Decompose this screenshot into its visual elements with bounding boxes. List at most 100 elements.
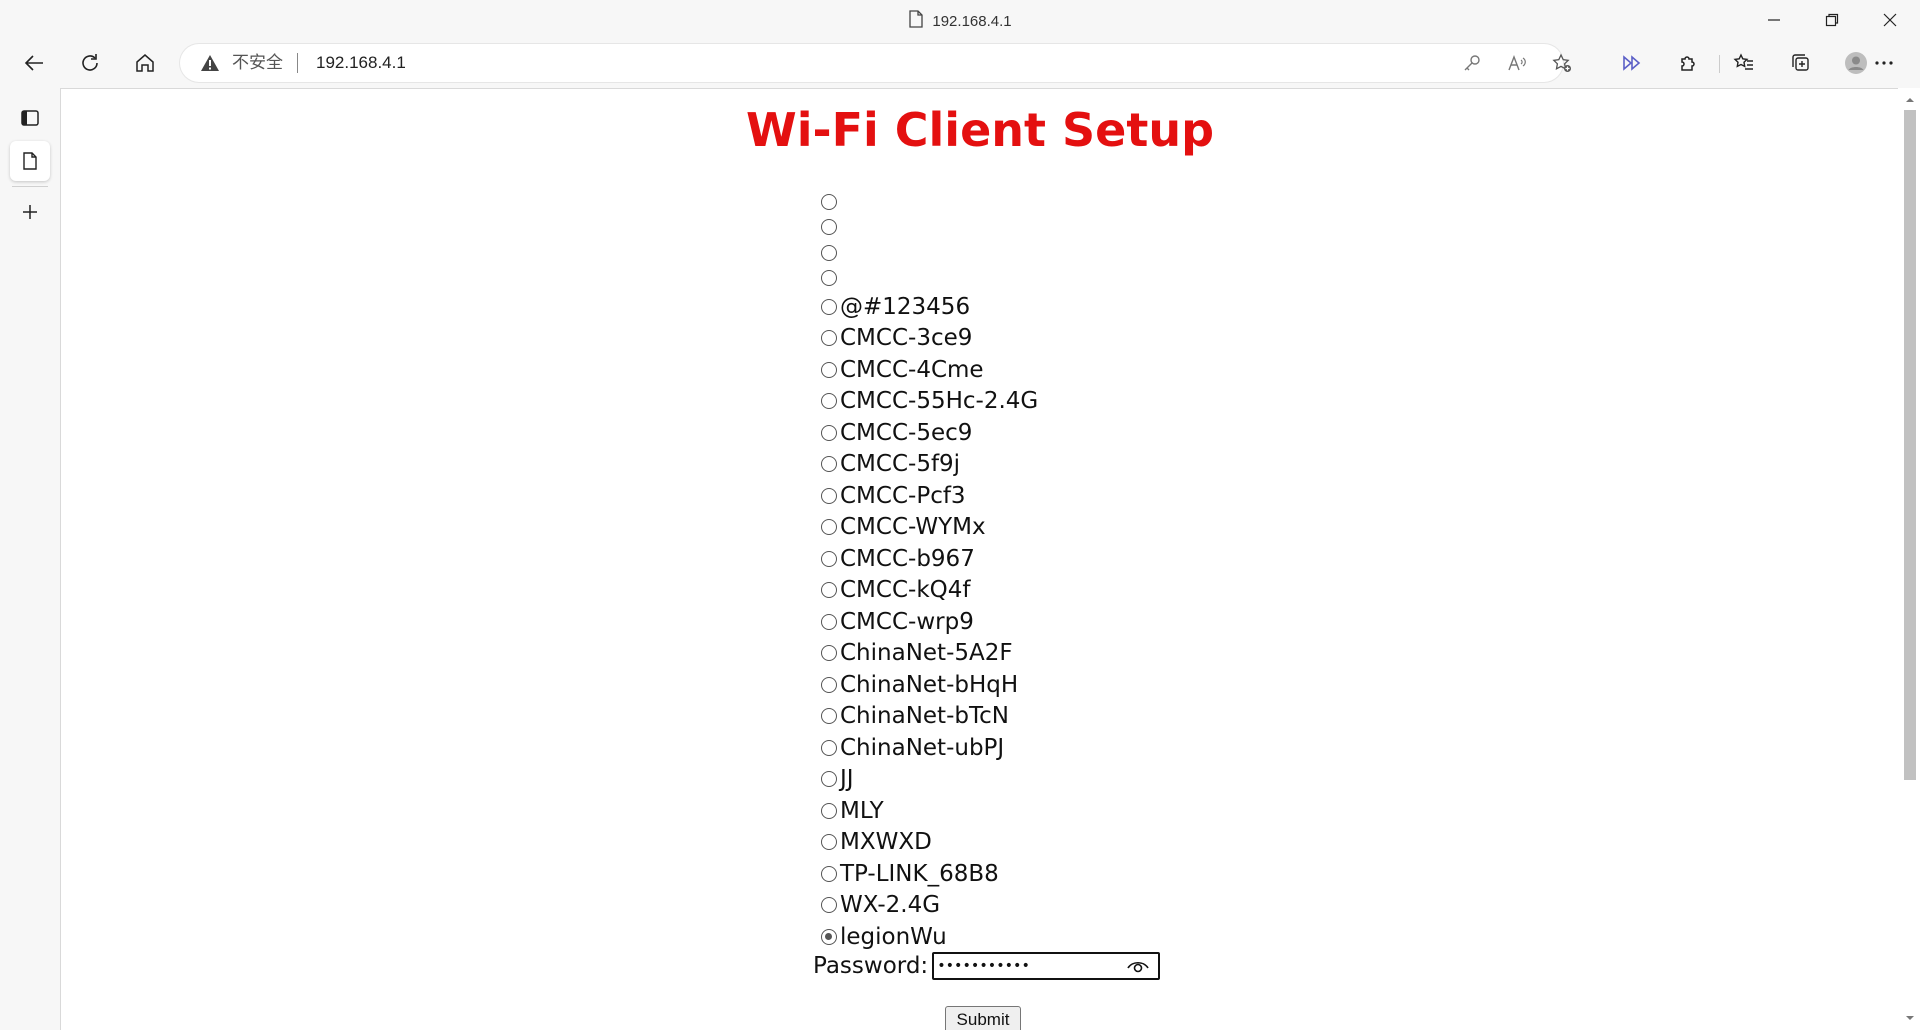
star-add-icon: [1552, 53, 1571, 72]
network-ssid: CMCC-WYMx: [840, 514, 986, 541]
close-window-button[interactable]: [1862, 0, 1918, 40]
page-scrollbar[interactable]: [1898, 88, 1920, 1030]
network-radio[interactable]: [821, 361, 837, 378]
network-option[interactable]: CMCC-5f9j: [819, 449, 1038, 481]
network-option[interactable]: CMCC-5ec9: [819, 417, 1038, 449]
password-input[interactable]: •••••••••••: [932, 952, 1161, 980]
network-ssid: MLY: [840, 797, 884, 824]
network-option[interactable]: legionWu: [819, 921, 1038, 953]
network-option[interactable]: CMCC-wrp9: [819, 606, 1038, 638]
network-ssid: ChinaNet-ubPJ: [840, 734, 1005, 761]
arrow-left-icon: [24, 55, 43, 71]
network-ssid: CMCC-kQ4f: [840, 577, 971, 604]
network-radio[interactable]: [821, 771, 837, 788]
network-radio[interactable]: [821, 456, 837, 473]
url-text[interactable]: 192.168.4.1: [316, 44, 406, 82]
home-button[interactable]: [127, 45, 163, 81]
network-radio[interactable]: [821, 834, 837, 851]
submit-button[interactable]: Submit: [945, 1006, 1021, 1030]
network-ssid: MXWXD: [840, 829, 932, 856]
browser-essentials-button[interactable]: [1614, 45, 1650, 81]
network-option[interactable]: MXWXD: [819, 827, 1038, 859]
network-ssid: ChinaNet-bHqH: [840, 671, 1019, 698]
restore-icon: [1825, 13, 1839, 27]
read-aloud-button[interactable]: [1505, 51, 1529, 75]
network-radio[interactable]: [821, 613, 837, 630]
network-ssid: CMCC-Pcf3: [840, 482, 966, 509]
network-option[interactable]: JJ: [819, 764, 1038, 796]
network-radio[interactable]: [821, 219, 837, 236]
network-radio[interactable]: [821, 393, 837, 410]
security-label[interactable]: 不安全: [232, 44, 283, 82]
network-option[interactable]: CMCC-4Cme: [819, 354, 1038, 386]
network-radio[interactable]: [821, 645, 837, 662]
network-option[interactable]: MLY: [819, 795, 1038, 827]
eye-icon[interactable]: [1126, 957, 1150, 975]
plus-icon: [23, 205, 37, 219]
network-radio[interactable]: [821, 193, 837, 210]
network-radio[interactable]: [821, 550, 837, 567]
window-title-text: 192.168.4.1: [932, 12, 1012, 30]
vertical-tabs-sidebar: [0, 84, 60, 1030]
settings-more-button[interactable]: [1866, 45, 1902, 81]
network-ssid: CMCC-b967: [840, 545, 975, 572]
network-option[interactable]: CMCC-b967: [819, 543, 1038, 575]
network-option[interactable]: WX-2.4G: [819, 890, 1038, 922]
network-radio[interactable]: [821, 802, 837, 819]
network-radio[interactable]: [821, 739, 837, 756]
refresh-button[interactable]: [72, 45, 108, 81]
back-button[interactable]: [16, 45, 52, 81]
tab-current-page[interactable]: [10, 141, 50, 181]
network-radio[interactable]: [821, 582, 837, 599]
network-ssid: CMCC-5f9j: [840, 451, 961, 478]
favorites-button[interactable]: [1726, 45, 1762, 81]
network-radio[interactable]: [821, 298, 837, 315]
network-option[interactable]: TP-LINK_68B8: [819, 858, 1038, 890]
network-option[interactable]: [819, 215, 1038, 241]
network-radio[interactable]: [821, 865, 837, 882]
new-tab-button[interactable]: [10, 192, 50, 232]
page-content: Wi-Fi Client Setup @#123456 CMCC-3ce9 CMCC…: [60, 88, 1898, 1030]
network-option[interactable]: CMCC-3ce9: [819, 323, 1038, 355]
network-option[interactable]: @#123456: [819, 291, 1038, 323]
network-option[interactable]: CMCC-kQ4f: [819, 575, 1038, 607]
network-radio[interactable]: [821, 519, 837, 536]
network-radio[interactable]: [821, 928, 837, 945]
scroll-up-icon[interactable]: [1904, 94, 1916, 106]
password-key-button[interactable]: [1460, 51, 1484, 75]
scrollbar-thumb[interactable]: [1904, 110, 1916, 780]
add-favorite-button[interactable]: [1550, 51, 1574, 75]
network-option[interactable]: CMCC-Pcf3: [819, 480, 1038, 512]
address-bar[interactable]: 不安全 192.168.4.1: [180, 44, 1571, 82]
network-option[interactable]: CMCC-55Hc-2.4G: [819, 386, 1038, 418]
network-option[interactable]: ChinaNet-5A2F: [819, 638, 1038, 670]
collections-button[interactable]: [1782, 45, 1818, 81]
restore-button[interactable]: [1804, 0, 1860, 40]
network-option[interactable]: [819, 266, 1038, 292]
network-ssid: ChinaNet-5A2F: [840, 640, 1013, 667]
network-radio[interactable]: [821, 424, 837, 441]
browser-toolbar: 不安全 192.168.4.1: [0, 42, 1920, 84]
network-radio[interactable]: [821, 270, 837, 287]
network-radio[interactable]: [821, 330, 837, 347]
fast-forward-icon: [1623, 55, 1641, 71]
network-option[interactable]: [819, 240, 1038, 266]
scroll-down-icon[interactable]: [1904, 1012, 1916, 1024]
network-option[interactable]: [819, 189, 1038, 215]
network-ssid: CMCC-4Cme: [840, 356, 984, 383]
password-row: Password: •••••••••••: [813, 949, 1161, 983]
network-radio[interactable]: [821, 244, 837, 261]
network-radio[interactable]: [821, 708, 837, 725]
puzzle-icon: [1681, 56, 1695, 71]
network-option[interactable]: CMCC-WYMx: [819, 512, 1038, 544]
network-radio[interactable]: [821, 487, 837, 504]
network-option[interactable]: ChinaNet-ubPJ: [819, 732, 1038, 764]
tab-actions-button[interactable]: [10, 98, 50, 138]
tab-actions-icon: [21, 110, 39, 126]
extensions-button[interactable]: [1670, 45, 1706, 81]
network-option[interactable]: ChinaNet-bHqH: [819, 669, 1038, 701]
network-option[interactable]: ChinaNet-bTcN: [819, 701, 1038, 733]
network-radio[interactable]: [821, 897, 837, 914]
minimize-button[interactable]: [1746, 0, 1802, 40]
network-radio[interactable]: [821, 676, 837, 693]
